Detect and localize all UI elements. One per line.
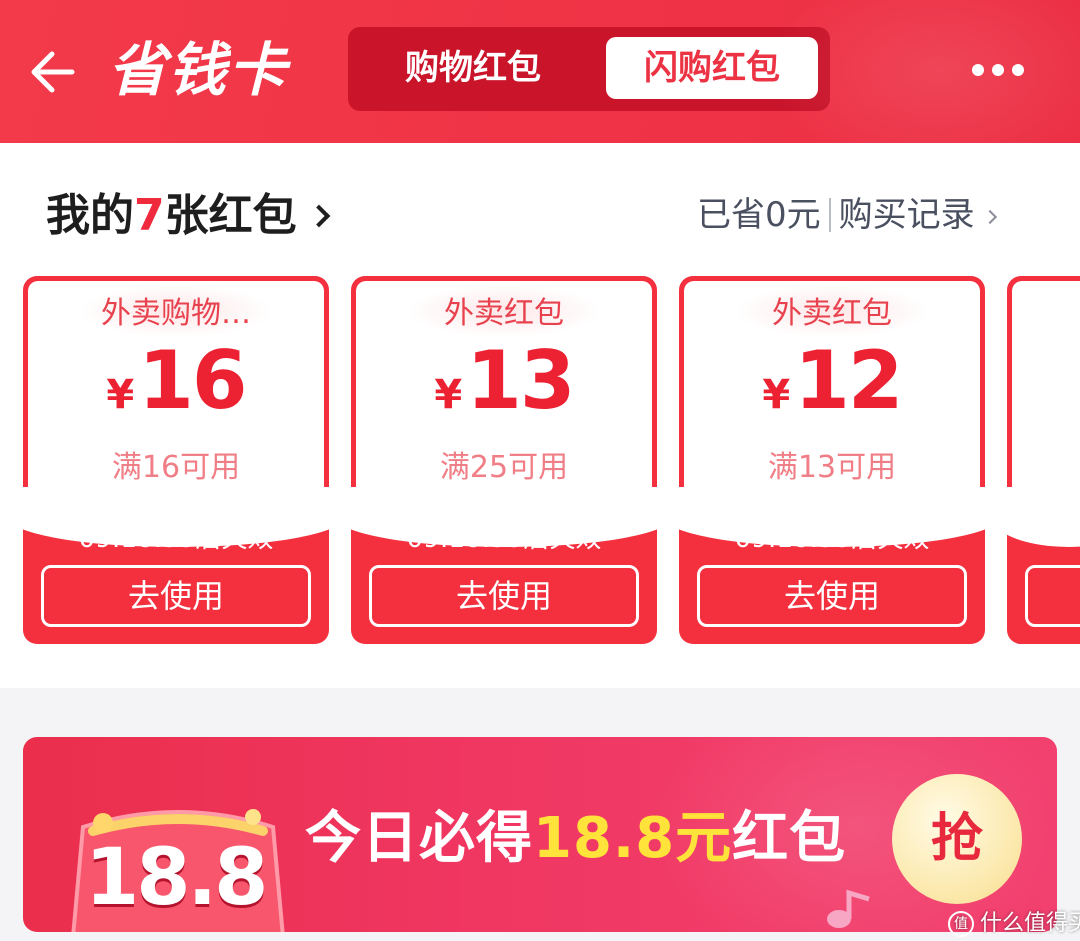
coupon-expiry: 09:18:55后失效 [734, 524, 930, 554]
divider [828, 198, 831, 232]
use-coupon-button[interactable]: 去使用 [369, 565, 639, 627]
currency-symbol: ¥ [762, 372, 791, 418]
coupon-name: 外卖红包 [772, 296, 892, 331]
coupon-amount: ¥12 [679, 334, 985, 427]
watermark-logo-icon: 值 [948, 911, 974, 937]
chevron-right-icon [307, 204, 330, 228]
bag-amount: 18.8 [85, 833, 268, 923]
chevron-right-small-icon [982, 209, 997, 225]
coupon-name: 外卖购物… [101, 296, 251, 331]
back-arrow-icon[interactable] [26, 44, 82, 100]
tab-flash-coupons[interactable]: 闪购红包 [606, 37, 818, 99]
currency-symbol: ¥ [434, 372, 463, 418]
top-header: 省钱卡 购物红包 闪购红包 [0, 0, 1080, 143]
coupon-card-partial [1007, 276, 1080, 644]
amount-value: 12 [794, 334, 903, 427]
use-coupon-button[interactable]: 去使用 [697, 565, 967, 627]
headline-amount: 18.8元 [533, 806, 733, 871]
coupon-amount: ¥13 [351, 334, 657, 427]
coupon-card: 外卖红包 ¥13 满25可用 09:18:55后失效 去使用 [351, 276, 657, 644]
coupon-top [1007, 281, 1080, 547]
coupon-amount: ¥16 [23, 334, 329, 427]
app-title: 省钱卡 [108, 36, 289, 104]
coupon-name: 外卖红包 [444, 296, 564, 331]
coupon-type-tabs: 购物红包 闪购红包 [348, 27, 830, 111]
daily-coupon-banner[interactable]: 18.8 今日必得18.8元红包 抢 [23, 737, 1057, 932]
title-suffix: 张红包 [164, 190, 297, 241]
coupon-expiry: 09:18:55后失效 [406, 524, 602, 554]
coupon-count: 7 [134, 190, 165, 241]
use-coupon-button[interactable]: 去使用 [41, 565, 311, 627]
coupon-card: 外卖购物… ¥16 满16可用 09:18:55后失效 去使用 [23, 276, 329, 644]
coupon-condition: 满13可用 [767, 450, 897, 485]
purchase-records-link[interactable]: 购买记录 [839, 195, 975, 235]
amount-value: 16 [138, 334, 247, 427]
use-coupon-button[interactable] [1025, 565, 1080, 627]
currency-symbol: ¥ [106, 372, 135, 418]
title-prefix: 我的 [46, 190, 134, 241]
coupon-condition: 满16可用 [111, 450, 241, 485]
headline-suffix: 红包 [732, 806, 847, 871]
headline-prefix: 今日必得 [305, 806, 533, 871]
coupon-condition: 满25可用 [439, 450, 569, 485]
music-note-icon [827, 889, 870, 928]
more-dots-icon[interactable] [972, 62, 1024, 82]
coupon-expiry: 09:18:55后失效 [78, 524, 274, 554]
coupon-card: 外卖红包 ¥12 满13可用 09:18:55后失效 去使用 [679, 276, 985, 644]
my-coupons-title[interactable]: 我的7张红包 [46, 188, 330, 244]
amount-value: 13 [466, 334, 575, 427]
saved-amount-text: 已省0元 [697, 195, 821, 235]
grab-button[interactable]: 抢 [892, 774, 1022, 904]
banner-headline: 今日必得18.8元红包 [305, 803, 846, 875]
tab-shopping-coupons[interactable]: 购物红包 [356, 37, 590, 99]
watermark-text: 什么值得买 [980, 911, 1080, 936]
watermark: 值什么值得买 [948, 905, 1080, 937]
savings-summary: 已省0元 购买记录 [697, 192, 997, 238]
